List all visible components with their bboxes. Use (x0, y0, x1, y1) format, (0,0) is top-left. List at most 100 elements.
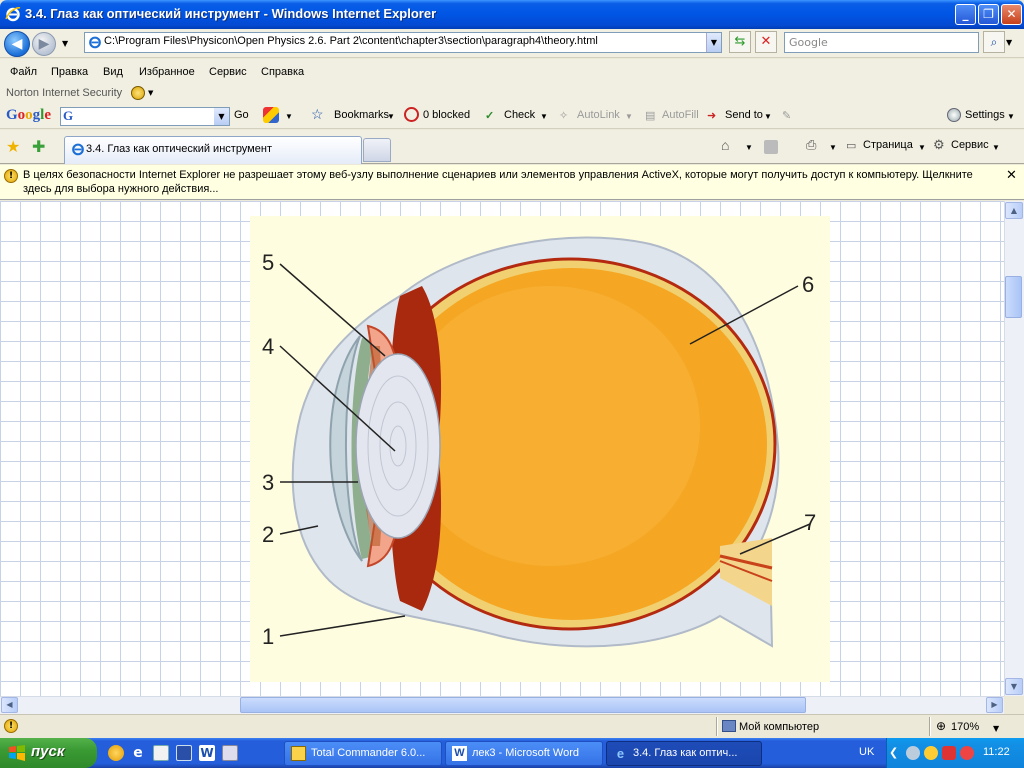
add-favorite-icon[interactable]: ✚ (32, 137, 45, 156)
settings-button[interactable]: Settings (965, 109, 1005, 121)
vertical-scroll-thumb[interactable] (1005, 276, 1022, 318)
norton-globe-icon[interactable] (131, 86, 145, 100)
google-search-input[interactable] (60, 107, 230, 126)
title-bar[interactable]: 3.4. Глаз как оптический инструмент - Wi… (0, 0, 1024, 29)
forward-button[interactable]: ▶ (32, 32, 56, 56)
menu-tools[interactable]: Сервис (209, 66, 247, 78)
popup-blocked-count[interactable]: 0 blocked (423, 109, 470, 121)
scroll-right-button[interactable]: ▶ (986, 697, 1003, 713)
new-tab-button[interactable] (363, 138, 391, 162)
settings-icon (947, 108, 961, 122)
horizontal-scroll-thumb[interactable] (240, 697, 806, 713)
page-options-dropdown-icon[interactable]: ▼ (285, 112, 293, 121)
home-icon[interactable]: ⌂ (721, 137, 729, 153)
google-search-dropdown-icon[interactable]: ▼ (214, 108, 229, 125)
sendto-dropdown-icon[interactable]: ▼ (764, 112, 772, 121)
settings-dropdown-icon[interactable]: ▼ (1007, 112, 1015, 121)
info-bar-text[interactable]: В целях безопасности Internet Explorer н… (23, 168, 998, 196)
menu-file[interactable]: Файл (10, 66, 37, 78)
info-bar-close-icon[interactable]: ✕ (1006, 168, 1017, 183)
bookmarks-dropdown-icon[interactable]: ▼ (387, 112, 395, 121)
computer-zone-icon (722, 720, 736, 732)
norton-dropdown-icon[interactable]: ▼ (148, 89, 153, 97)
check-button[interactable]: Check (504, 109, 535, 121)
tray-norton-icon[interactable] (924, 746, 938, 760)
feeds-icon[interactable] (764, 140, 778, 154)
stop-button[interactable]: ✕ (755, 31, 777, 53)
tray-network-icon[interactable] (906, 746, 920, 760)
autofill-button[interactable]: AutoFill (662, 109, 699, 121)
check-dropdown-icon[interactable]: ▼ (540, 112, 548, 121)
google-logo: Google (6, 107, 52, 123)
search-dropdown-icon[interactable]: ▼ (1006, 38, 1012, 47)
quicklaunch-app-icon[interactable] (176, 745, 192, 761)
window-title: 3.4. Глаз как оптический инструмент - Wi… (25, 6, 437, 21)
home-dropdown-icon[interactable]: ▼ (745, 143, 753, 152)
autolink-button[interactable]: AutoLink (577, 109, 620, 121)
google-g-icon: G (63, 108, 74, 123)
eye-diagram-panel: 1 2 3 4 5 6 7 (250, 216, 830, 682)
popup-blocker-icon (404, 107, 419, 122)
tools-dropdown-icon[interactable]: ▼ (992, 143, 1000, 152)
google-go-button[interactable]: Go (234, 109, 249, 121)
scroll-down-button[interactable]: ▼ (1005, 678, 1023, 695)
page-menu-button[interactable]: Страница (863, 139, 913, 151)
refresh-button[interactable]: ⇆ (729, 31, 751, 53)
highlighter-icon[interactable]: ✎ (782, 109, 791, 122)
back-button[interactable]: ◀ (4, 31, 30, 57)
norton-label: Norton Internet Security (6, 87, 123, 99)
tray-security-icon[interactable] (960, 746, 974, 760)
ie-logo-icon (5, 7, 21, 22)
media-player-icon[interactable] (108, 745, 124, 761)
favorites-star-icon[interactable]: ★ (6, 137, 20, 156)
scroll-up-button[interactable]: ▲ (1005, 202, 1023, 219)
task-label: лек3 - Microsoft Word (472, 747, 579, 759)
language-indicator[interactable]: UK (859, 746, 874, 758)
back-arrow-icon: ◀ (11, 36, 23, 52)
search-icon[interactable]: ⌕ (983, 31, 1005, 53)
autolink-dropdown-icon[interactable]: ▼ (625, 112, 633, 121)
tray-app-icon[interactable] (942, 746, 956, 760)
task-label: Total Commander 6.0... (311, 747, 426, 759)
history-dropdown-icon[interactable]: ▼ (62, 39, 68, 48)
maximize-button[interactable]: ❐ (978, 4, 999, 25)
zoom-icon[interactable]: ⊕ (936, 719, 946, 733)
close-button[interactable]: ✕ (1001, 4, 1022, 25)
start-button[interactable]: пуск (0, 738, 97, 768)
page-dropdown-icon[interactable]: ▼ (918, 143, 926, 152)
zoom-level[interactable]: 170% (951, 721, 979, 733)
menu-view[interactable]: Вид (103, 66, 123, 78)
status-bar (0, 714, 1024, 738)
quicklaunch-window-icon[interactable] (222, 745, 238, 761)
task-ie[interactable]: e 3.4. Глаз как оптич... (606, 741, 762, 766)
print-icon[interactable]: ⎙ (806, 137, 816, 153)
minimize-button[interactable]: _ (955, 4, 976, 25)
tools-menu-button[interactable]: Сервис (951, 139, 989, 151)
search-input[interactable]: Google (784, 32, 979, 53)
menu-help[interactable]: Справка (261, 66, 304, 78)
scroll-left-button[interactable]: ◀ (1, 697, 18, 713)
tab-active-label: 3.4. Глаз как оптический инструмент (86, 143, 272, 155)
print-dropdown-icon[interactable]: ▼ (829, 143, 837, 152)
page-ie-icon (89, 36, 101, 49)
address-dropdown-icon[interactable]: ▼ (706, 33, 721, 52)
page-icon: ▭ (846, 140, 857, 152)
address-url: C:\Program Files\Physicon\Open Physics 2… (104, 35, 598, 47)
show-desktop-icon[interactable] (153, 745, 169, 761)
page-options-icon[interactable] (263, 107, 279, 123)
tab-ie-icon (72, 143, 84, 156)
sendto-button[interactable]: Send to (725, 109, 763, 121)
task-word[interactable]: W лек3 - Microsoft Word (445, 741, 603, 766)
lens (355, 353, 441, 539)
label-4: 4 (262, 334, 274, 359)
quicklaunch-ie-icon[interactable]: e (130, 745, 146, 761)
menu-favorites[interactable]: Избранное (139, 66, 195, 78)
tray-expand-icon[interactable]: ❮ (889, 746, 903, 760)
quicklaunch-word-icon[interactable]: W (199, 745, 215, 761)
bookmarks-button[interactable]: Bookmarks (334, 109, 389, 121)
menu-edit[interactable]: Правка (51, 66, 88, 78)
status-warning-icon[interactable]: ! (4, 719, 18, 733)
task-total-commander[interactable]: Total Commander 6.0... (284, 741, 442, 766)
forward-arrow-icon: ▶ (38, 36, 50, 52)
zoom-dropdown-icon[interactable]: ▼ (993, 724, 999, 733)
